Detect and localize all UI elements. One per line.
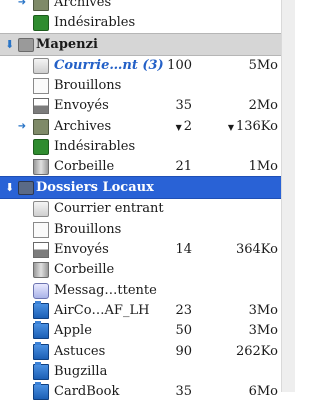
- folder-size: 3Mo: [198, 320, 278, 341]
- folder-label: Brouillons: [54, 221, 122, 237]
- message-count-value: 23: [175, 302, 192, 318]
- folder-label: Envoyés: [54, 242, 109, 257]
- folder-item-archives[interactable]: ➜ Archives ▼ 2 ▼ 136Ko: [0, 116, 282, 137]
- folder-item-astuces[interactable]: Astuces 90 262Ko: [0, 341, 282, 362]
- message-count-value: 50: [175, 323, 192, 339]
- folder-icon: [33, 361, 49, 380]
- message-count: 100: [142, 55, 192, 76]
- mail-account-icon: [18, 37, 34, 52]
- folder-size: 3Mo: [198, 300, 278, 321]
- message-count: 14: [142, 239, 192, 260]
- folder-size-value: 262Ko: [235, 343, 278, 359]
- junk-icon: [33, 15, 49, 32]
- folder-item-envoy-s[interactable]: Envoyés 14 364Ko: [0, 239, 282, 260]
- folder-size-value: 3Mo: [248, 323, 278, 339]
- folder-label: Astuces: [54, 343, 106, 359]
- drafts-icon: [33, 221, 49, 238]
- folder-item-apple[interactable]: Apple 50 3Mo: [0, 320, 282, 341]
- archive-icon: [33, 118, 49, 135]
- drafts-icon: [33, 77, 49, 94]
- collapsed-sum-indicator-icon: ▼: [227, 122, 234, 132]
- folder-item-archives[interactable]: ➜ Archives: [0, 0, 282, 13]
- collapsed-sum-indicator-icon: ▼: [175, 122, 182, 132]
- message-count-value: 90: [175, 343, 192, 359]
- folder-size-value: 2Mo: [248, 98, 278, 114]
- message-count: 23: [142, 300, 192, 321]
- folder-size: 2Mo: [198, 95, 278, 116]
- message-count-value: 14: [175, 242, 192, 257]
- folder-item-courrier-entrant[interactable]: Courrier entrant: [0, 198, 282, 219]
- folder-item-brouillons[interactable]: Brouillons: [0, 219, 282, 240]
- outbox-icon: [33, 282, 49, 299]
- message-count: 50: [142, 320, 192, 341]
- folder-item-bugzilla[interactable]: Bugzilla: [0, 361, 282, 382]
- folder-label: Bugzilla: [54, 363, 108, 379]
- expand-arrow-icon[interactable]: ⬇: [5, 177, 14, 198]
- folder-label: Corbeille: [54, 159, 115, 175]
- folder-icon: [33, 341, 49, 360]
- message-count-value: 21: [175, 159, 192, 175]
- folder-label: Indésirables: [54, 138, 136, 154]
- folder-label: Brouillons: [54, 77, 122, 93]
- inbox-icon: [33, 201, 49, 218]
- folder-item-courrie-nt-3-[interactable]: Courrie…nt (3) 100 5Mo: [0, 55, 282, 76]
- folder-size: 5Mo: [198, 55, 278, 76]
- folder-item-ind-sirables[interactable]: Indésirables: [0, 136, 282, 157]
- folder-label: Archives: [54, 0, 112, 10]
- folder-label: Messag…ttente: [54, 282, 157, 298]
- folder-item-messag-ttente[interactable]: Messag…ttente: [0, 280, 282, 301]
- message-count-value: 100: [167, 57, 192, 73]
- move-arrow-icon: ➜: [17, 120, 27, 132]
- folder-size-value: 1Mo: [248, 159, 278, 175]
- sent-icon: [33, 98, 49, 115]
- account-dossiers-locaux[interactable]: ⬇ Dossiers Locaux: [0, 176, 282, 200]
- folder-item-corbeille[interactable]: Corbeille 21 1Mo: [0, 156, 282, 177]
- message-count: ▼ 2: [142, 116, 192, 138]
- message-count-value: 2: [183, 118, 192, 134]
- folder-pane: ➜ Archives Indésirables ⬇ Mapenzi Courrie…nt …: [0, 0, 282, 401]
- move-arrow-icon: ➜: [17, 0, 27, 8]
- folder-icon: [33, 321, 49, 340]
- folder-size-value: 364Ko: [235, 242, 278, 257]
- inbox-icon: [33, 57, 49, 74]
- message-count-value: 35: [175, 98, 192, 114]
- message-count: 21: [142, 156, 192, 177]
- trash-icon: [33, 262, 49, 279]
- folder-size: ▼ 136Ko: [198, 116, 278, 138]
- folder-label: Envoyés: [54, 98, 109, 114]
- message-count: 35: [142, 95, 192, 116]
- account-mapenzi[interactable]: ⬇ Mapenzi: [0, 32, 282, 56]
- folder-item-brouillons[interactable]: Brouillons: [0, 75, 282, 96]
- folder-icon: [33, 300, 49, 319]
- junk-icon: [33, 138, 49, 155]
- folder-label: Archives: [54, 118, 112, 134]
- folder-size-value: 136Ko: [235, 118, 278, 134]
- archive-icon: [33, 0, 49, 11]
- folder-size-value: 3Mo: [248, 302, 278, 318]
- trash-icon: [33, 159, 49, 176]
- folder-size: 364Ko: [198, 239, 278, 260]
- local-folders-icon: [18, 181, 34, 196]
- folder-label: Apple: [54, 323, 92, 339]
- folder-icon: [33, 382, 49, 401]
- folder-item-corbeille[interactable]: Corbeille: [0, 259, 282, 280]
- folder-size: 262Ko: [198, 341, 278, 362]
- folder-label: Courrier entrant: [54, 201, 164, 217]
- folder-item-envoy-s[interactable]: Envoyés 35 2Mo: [0, 95, 282, 116]
- expand-arrow-icon[interactable]: ⬇: [5, 34, 14, 55]
- message-count: 90: [142, 341, 192, 362]
- folder-label: Corbeille: [54, 262, 115, 278]
- folder-pane-scrollbar[interactable]: [281, 0, 295, 392]
- sent-icon: [33, 242, 49, 258]
- folder-size: 1Mo: [198, 156, 278, 177]
- folder-item-airco-af-lh[interactable]: AirCo…AF_LH 23 3Mo: [0, 300, 282, 321]
- folder-size-value: 5Mo: [248, 57, 278, 73]
- account-label: Dossiers Locaux: [36, 180, 154, 196]
- folder-item-ind-sirables[interactable]: Indésirables: [0, 12, 282, 33]
- folder-label: AirCo…AF_LH: [54, 302, 150, 318]
- folder-label: Indésirables: [54, 15, 136, 31]
- account-label: Mapenzi: [36, 36, 98, 52]
